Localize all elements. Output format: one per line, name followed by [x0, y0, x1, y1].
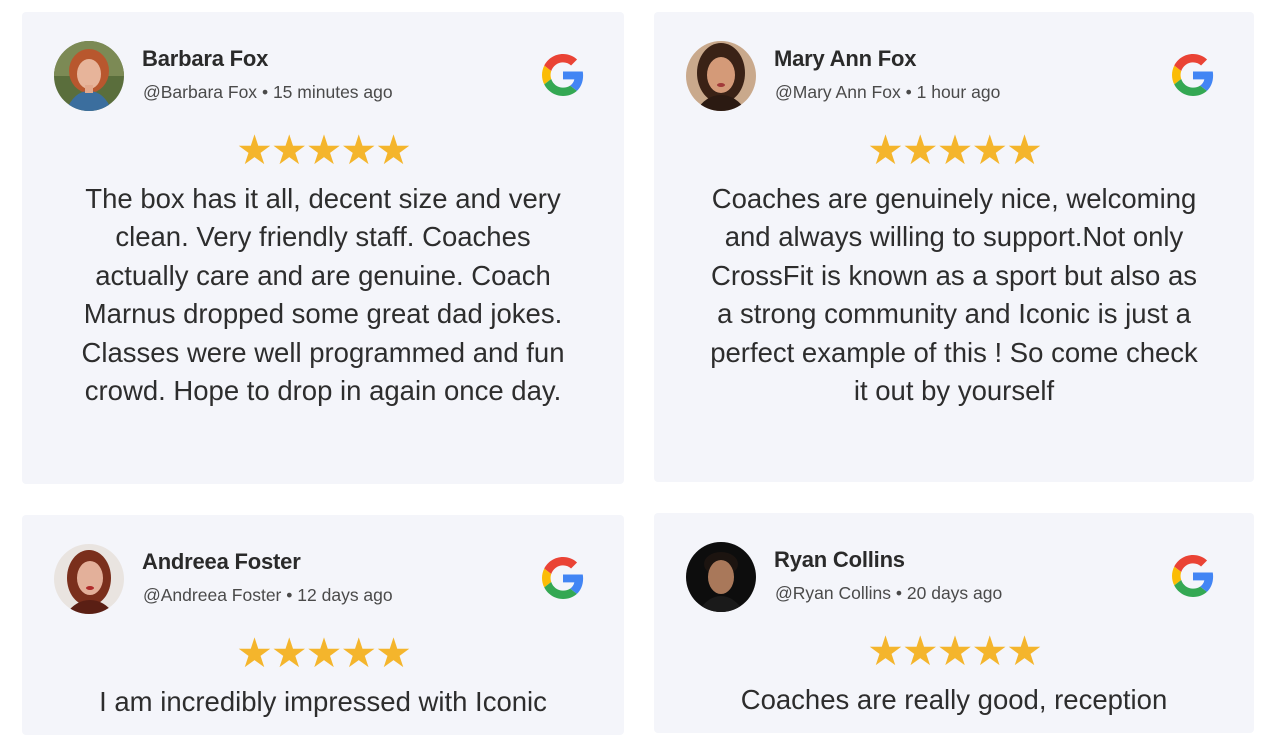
- google-icon[interactable]: [542, 54, 584, 96]
- avatar[interactable]: [54, 41, 124, 111]
- star-rating: ★★★★★: [22, 631, 624, 675]
- reviewer-handle: @Ryan Collins: [775, 583, 891, 603]
- review-meta: @Andreea Foster • 12 days ago: [143, 585, 393, 606]
- star-icon: ★: [236, 127, 273, 173]
- star-icon: ★: [270, 630, 308, 676]
- avatar-image: [54, 41, 124, 111]
- avatar[interactable]: [686, 41, 756, 111]
- review-text: The box has it all, decent size and very…: [81, 183, 565, 407]
- reviewer-handle: @Andreea Foster: [143, 585, 282, 605]
- avatar-image: [54, 544, 124, 614]
- review-meta: @Mary Ann Fox • 1 hour ago: [775, 82, 1000, 103]
- avatar[interactable]: [54, 544, 124, 614]
- star-icon: ★: [305, 630, 343, 676]
- reviewer-name: Andreea Foster: [142, 549, 301, 574]
- star-icon: ★: [867, 127, 904, 173]
- reviewer-name: Barbara Fox: [142, 46, 269, 71]
- google-icon[interactable]: [1172, 555, 1214, 597]
- review-time: 15 minutes ago: [272, 82, 393, 102]
- star-rating: ★★★★★: [654, 629, 1254, 673]
- star-icon: ★: [236, 630, 273, 676]
- avatar-image: [686, 41, 756, 111]
- star-icon: ★: [901, 127, 939, 173]
- star-icon: ★: [340, 630, 377, 676]
- star-icon: ★: [971, 127, 1008, 173]
- star-rating: ★★★★★: [22, 128, 624, 172]
- separator-dot: •: [895, 583, 903, 603]
- star-icon: ★: [1006, 127, 1043, 173]
- review-card: Ryan Collins @Ryan Collins • 20 days ago…: [654, 513, 1254, 733]
- review-time: 1 hour ago: [916, 82, 1001, 102]
- review-text: Coaches are really good, reception: [740, 684, 1168, 715]
- star-icon: ★: [867, 628, 904, 674]
- review-text: Coaches are genuinely nice, welcoming an…: [710, 183, 1198, 407]
- separator-dot: •: [905, 82, 912, 102]
- google-icon[interactable]: [542, 557, 584, 599]
- star-rating: ★★★★★: [654, 128, 1254, 172]
- star-icon: ★: [305, 127, 343, 173]
- reviewer-name: Ryan Collins: [774, 547, 905, 572]
- star-icon: ★: [936, 127, 974, 173]
- review-time: 20 days ago: [906, 583, 1003, 603]
- reviewer-name: Mary Ann Fox: [774, 46, 917, 71]
- star-icon: ★: [936, 628, 974, 674]
- star-icon: ★: [375, 630, 412, 676]
- star-icon: ★: [270, 127, 308, 173]
- separator-dot: •: [286, 585, 293, 605]
- google-icon[interactable]: [1172, 54, 1214, 96]
- review-meta: @Ryan Collins • 20 days ago: [775, 583, 1002, 604]
- separator-dot: •: [261, 82, 269, 102]
- star-icon: ★: [1006, 628, 1043, 674]
- star-icon: ★: [901, 628, 939, 674]
- avatar[interactable]: [686, 542, 756, 612]
- review-text: I am incredibly impressed with Iconic: [99, 686, 547, 717]
- reviewer-handle: @Mary Ann Fox: [775, 82, 901, 102]
- review-card: Mary Ann Fox @Mary Ann Fox • 1 hour ago …: [654, 12, 1254, 482]
- star-icon: ★: [340, 127, 377, 173]
- review-card: Barbara Fox @Barbara Fox • 15 minutes ag…: [22, 12, 624, 484]
- star-icon: ★: [375, 127, 412, 173]
- review-card: Andreea Foster @Andreea Foster • 12 days…: [22, 515, 624, 735]
- reviewer-handle: @Barbara Fox: [143, 82, 258, 102]
- avatar-image: [686, 542, 756, 612]
- review-time: 12 days ago: [297, 585, 393, 605]
- star-icon: ★: [971, 628, 1008, 674]
- review-meta: @Barbara Fox • 15 minutes ago: [143, 82, 393, 103]
